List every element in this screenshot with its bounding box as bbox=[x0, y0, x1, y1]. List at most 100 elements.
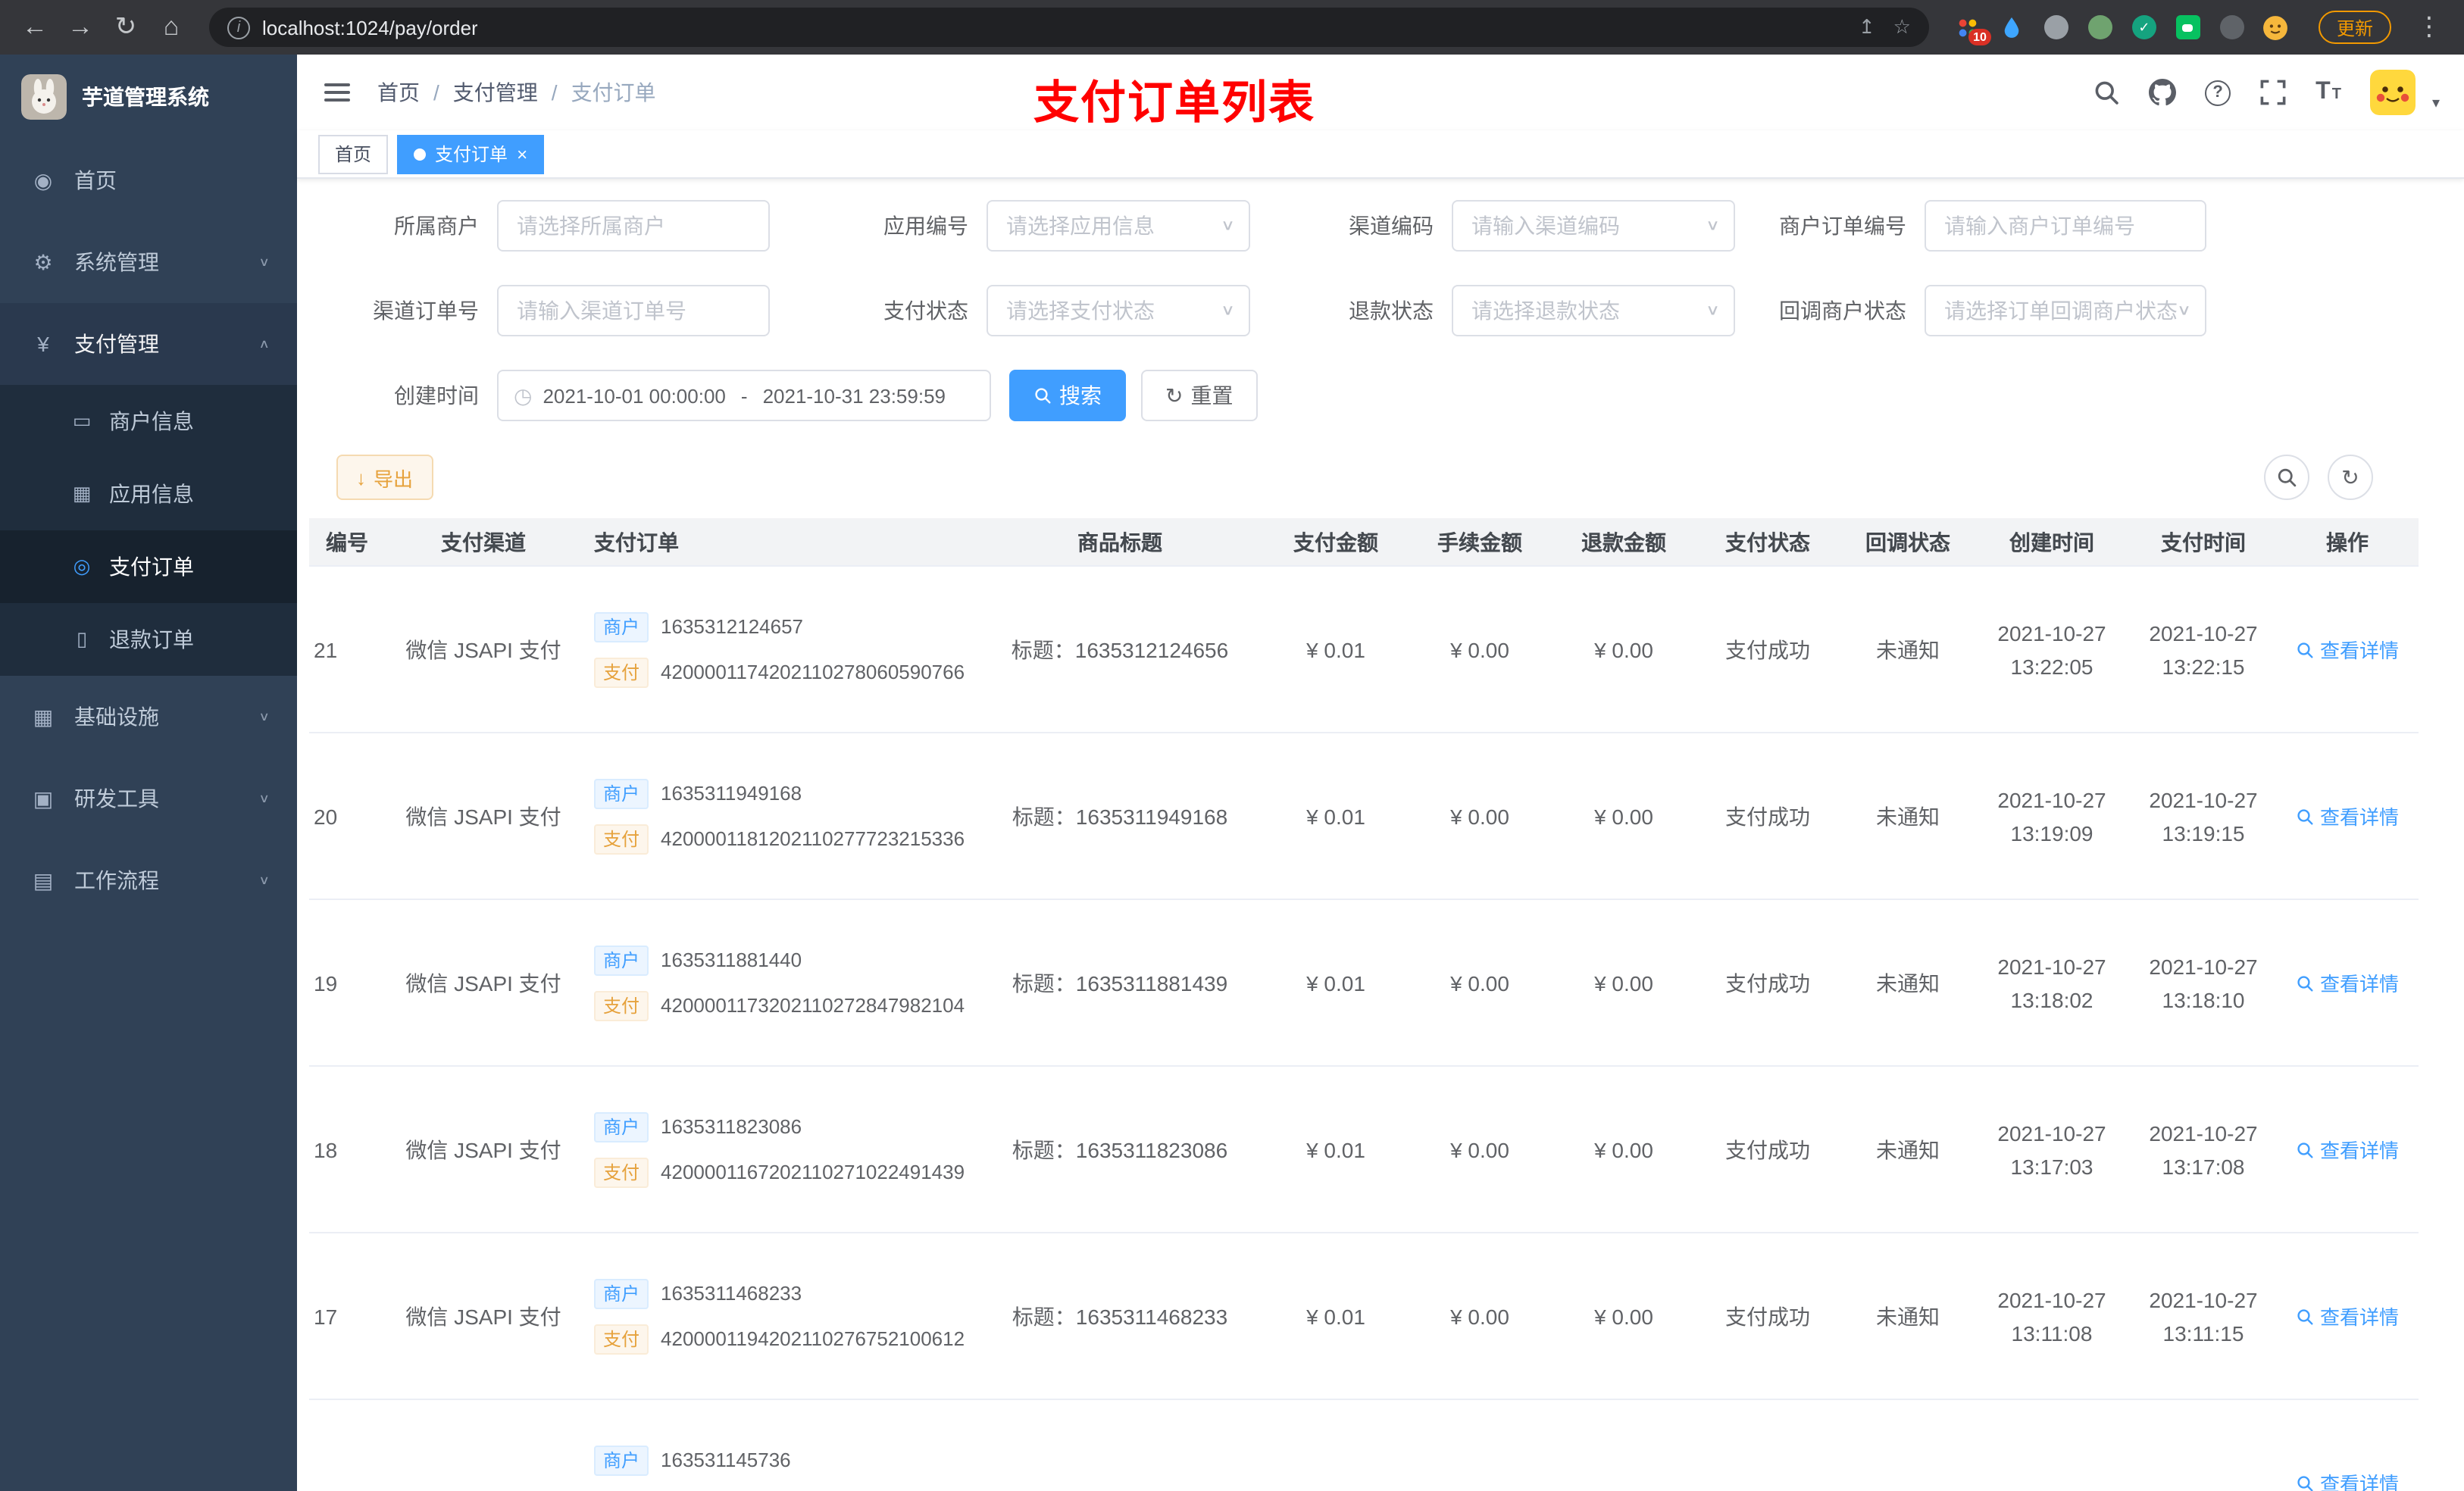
app-select-input[interactable] bbox=[987, 200, 1250, 252]
sidebar-item-label: 工作流程 bbox=[74, 868, 159, 892]
site-info-icon[interactable]: i bbox=[227, 16, 250, 39]
reset-button[interactable]: ↻ 重置 bbox=[1141, 370, 1258, 421]
search-icon[interactable] bbox=[2093, 79, 2120, 106]
channel-order-no-field[interactable] bbox=[497, 285, 770, 336]
sidebar-item-pay[interactable]: ¥ 支付管理 ∧ bbox=[0, 303, 297, 385]
extension-check-icon[interactable]: ✓ bbox=[2129, 12, 2159, 42]
pay-status-select[interactable]: ∨ bbox=[987, 285, 1250, 336]
col-title: 商品标题 bbox=[1077, 530, 1162, 554]
view-detail-link[interactable]: 查看详情 bbox=[2296, 1468, 2399, 1491]
tab-home[interactable]: 首页 bbox=[318, 134, 389, 173]
export-button[interactable]: ↓ 导出 bbox=[336, 455, 433, 500]
pay-order-cell: 商户 1635311949168 支付 4200001181202110277723… bbox=[582, 733, 976, 899]
date-start-value[interactable]: 2021-10-01 00:00:00 bbox=[543, 384, 725, 407]
refund-status-select[interactable]: ∨ bbox=[1452, 285, 1735, 336]
breadcrumb-pay-manage[interactable]: 支付管理 bbox=[453, 77, 538, 108]
chevron-down-icon: ∨ bbox=[258, 710, 270, 724]
toggle-search-button[interactable] bbox=[2264, 455, 2309, 500]
extension-drop-icon[interactable] bbox=[1997, 12, 2028, 42]
view-detail-link[interactable]: 查看详情 bbox=[2296, 802, 2399, 830]
font-size-icon[interactable]: TT bbox=[2315, 79, 2341, 106]
col-amount: 支付金额 bbox=[1293, 530, 1378, 554]
view-detail-link[interactable]: 查看详情 bbox=[2296, 635, 2399, 664]
notify-status-input[interactable] bbox=[1925, 285, 2206, 336]
merchant-order-no-field[interactable] bbox=[1925, 200, 2206, 252]
date-end-value[interactable]: 2021-10-31 23:59:59 bbox=[763, 384, 946, 407]
extension-grid-icon[interactable]: 10 bbox=[1953, 12, 1991, 45]
extension-pin-icon[interactable] bbox=[2217, 12, 2247, 42]
user-avatar[interactable] bbox=[2369, 70, 2416, 115]
pay-tag: 支付 bbox=[594, 824, 649, 854]
app-logo[interactable]: 芋道管理系统 bbox=[0, 55, 297, 139]
pay-submenu: ▭ 商户信息 ▦ 应用信息 ◎ 支付订单 ▯ 退款订单 bbox=[0, 385, 297, 676]
table-toolbar: ↓ 导出 ↻ bbox=[336, 455, 2373, 500]
extension-green-icon[interactable] bbox=[2085, 12, 2115, 42]
tab-active-dot bbox=[414, 148, 427, 160]
col-notify: 回调状态 bbox=[1865, 530, 1950, 554]
channel-code-select[interactable]: ∨ bbox=[1452, 200, 1735, 252]
merchant-tag: 商户 bbox=[594, 1111, 649, 1142]
sidebar-item-app-info[interactable]: ▦ 应用信息 bbox=[0, 458, 297, 530]
address-bar[interactable]: i localhost:1024/pay/order ↥ ☆ bbox=[209, 8, 1929, 47]
merchant-order-no-input[interactable] bbox=[1925, 200, 2206, 252]
browser-reload-icon[interactable]: ↻ bbox=[106, 12, 145, 42]
notify-status-select[interactable]: ∨ bbox=[1925, 285, 2206, 336]
pay-time: 2021-10-27 13:11:15 bbox=[2149, 1287, 2258, 1345]
search-button[interactable]: 搜索 bbox=[1009, 370, 1126, 421]
view-detail-link[interactable]: 查看详情 bbox=[2296, 968, 2399, 997]
browser-forward-icon[interactable]: → bbox=[61, 12, 100, 42]
sidebar-item-pay-order[interactable]: ◎ 支付订单 bbox=[0, 530, 297, 603]
table-row: 19 微信 JSAPI 支付 商户 1635311881440 支付 4200001… bbox=[309, 900, 2419, 1067]
sidebar-item-label: 支付管理 bbox=[74, 332, 159, 356]
refund-status-input[interactable] bbox=[1452, 285, 1735, 336]
share-icon[interactable]: ↥ bbox=[1859, 15, 1875, 39]
browser-back-icon[interactable]: ← bbox=[15, 12, 55, 42]
app-select[interactable]: ∨ bbox=[987, 200, 1250, 252]
table-row: 21 微信 JSAPI 支付 商户 1635312124657 支付 4200001… bbox=[309, 567, 2419, 733]
pay-order-cell: 商户 1635312124657 支付 4200001174202110278060… bbox=[582, 567, 976, 732]
product-title: 标题：1635311823086 bbox=[1012, 1137, 1228, 1161]
col-id: 编号 bbox=[326, 530, 368, 554]
sidebar-item-workflow[interactable]: ▤ 工作流程 ∨ bbox=[0, 839, 297, 921]
chrome-update-button[interactable]: 更新 bbox=[2318, 11, 2391, 44]
pay-status bbox=[1696, 1400, 1840, 1491]
merchant-tag: 商户 bbox=[594, 778, 649, 808]
help-icon[interactable]: ? bbox=[2205, 80, 2231, 105]
github-icon[interactable] bbox=[2149, 79, 2176, 106]
sidebar-item-devtools[interactable]: ▣ 研发工具 ∨ bbox=[0, 758, 297, 839]
fullscreen-icon[interactable] bbox=[2259, 79, 2287, 106]
sidebar-item-label: 支付订单 bbox=[109, 555, 194, 579]
fee-amount: ¥ 0.00 bbox=[1450, 804, 1509, 828]
pay-status-input[interactable] bbox=[987, 285, 1250, 336]
col-create-time: 创建时间 bbox=[2009, 530, 2094, 554]
refund-amount: ¥ 0.00 bbox=[1594, 1137, 1653, 1161]
browser-home-icon[interactable]: ⌂ bbox=[152, 12, 191, 42]
avatar-caret-icon[interactable]: ▾ bbox=[2432, 95, 2440, 115]
tab-close-icon[interactable]: × bbox=[517, 143, 527, 164]
browser-menu-icon[interactable]: ⋮ bbox=[2409, 12, 2449, 42]
channel-order-no-input[interactable] bbox=[497, 285, 770, 336]
bookmark-star-icon[interactable]: ☆ bbox=[1893, 15, 1911, 39]
sidebar: 芋道管理系统 ◉ 首页 ⚙ 系统管理 ∨ ¥ 支付管理 ∧ ▭ 商户信息 ▦ 应… bbox=[0, 55, 297, 1491]
hamburger-icon[interactable] bbox=[321, 77, 353, 108]
extension-chat-icon[interactable] bbox=[2173, 12, 2203, 42]
merchant-select-input[interactable] bbox=[497, 200, 770, 252]
tab-pay-order[interactable]: 支付订单 × bbox=[397, 134, 545, 173]
refresh-table-button[interactable]: ↻ bbox=[2328, 455, 2373, 500]
sidebar-item-system[interactable]: ⚙ 系统管理 ∨ bbox=[0, 221, 297, 303]
channel-pay-no: 4200001173202110272847982104 bbox=[661, 994, 965, 1017]
sidebar-item-infra[interactable]: ▦ 基础设施 ∨ bbox=[0, 676, 297, 758]
notify-status: 未通知 bbox=[1876, 1304, 1940, 1328]
create-time-range-picker[interactable]: ◷ 2021-10-01 00:00:00 - 2021-10-31 23:59… bbox=[497, 370, 991, 421]
breadcrumb-home[interactable]: 首页 bbox=[377, 77, 420, 108]
sidebar-item-home[interactable]: ◉ 首页 bbox=[0, 139, 297, 221]
browser-profile-icon[interactable] bbox=[2261, 12, 2291, 42]
merchant-select[interactable] bbox=[497, 200, 770, 252]
channel-code-input[interactable] bbox=[1452, 200, 1735, 252]
view-detail-link[interactable]: 查看详情 bbox=[2296, 1135, 2399, 1164]
sidebar-item-merchant-info[interactable]: ▭ 商户信息 bbox=[0, 385, 297, 458]
sidebar-item-refund-order[interactable]: ▯ 退款订单 bbox=[0, 603, 297, 676]
extension-gray-icon[interactable] bbox=[2041, 12, 2072, 42]
yen-icon: ¥ bbox=[37, 332, 49, 356]
view-detail-link[interactable]: 查看详情 bbox=[2296, 1302, 2399, 1330]
